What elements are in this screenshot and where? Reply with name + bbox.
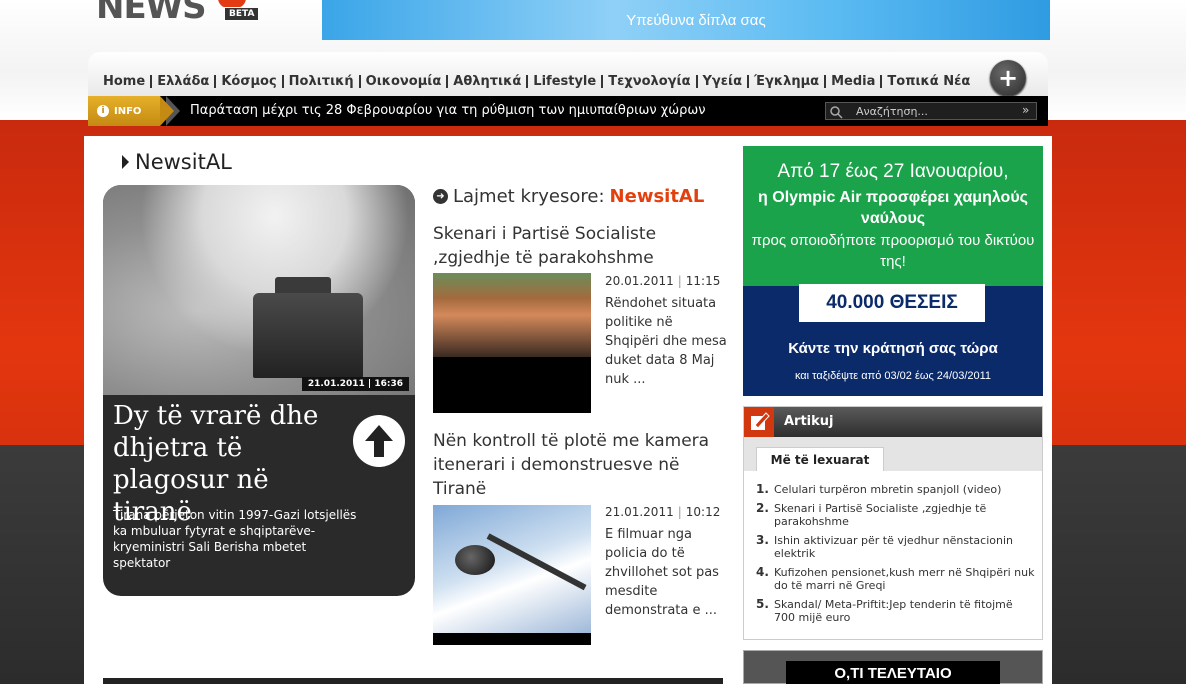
article-meta: 21.01.2011 | 10:12 (605, 505, 720, 519)
articles-icon (744, 407, 774, 437)
most-read-link[interactable]: Skandal/ Meta-Priftit:Jep tenderin të fi… (774, 598, 1036, 624)
article-meta: 20.01.2011 | 11:15 (605, 274, 720, 288)
search-box: » (825, 102, 1037, 120)
articles-tabs: Më të lexuarat (744, 437, 1042, 471)
nav-item-media[interactable]: Media (826, 75, 883, 88)
article-image[interactable] (433, 273, 591, 413)
ad-cta: Κάντε την κράτησή σας τώρα (788, 340, 998, 357)
site-logo[interactable]: NEWS BETA (96, 0, 266, 30)
article-photo (433, 273, 591, 357)
article-date: 21.01.2011 (605, 505, 674, 519)
featured-photo[interactable] (103, 185, 415, 395)
logo-text: NEWS (96, 0, 207, 27)
plus-button[interactable]: + (990, 60, 1026, 96)
nav-item-local-news[interactable]: Τοπικά Νέα (882, 75, 975, 88)
nav-item-world[interactable]: Κόσμος (216, 75, 284, 88)
most-read-link[interactable]: Kufizohen pensionet,kush merr në Shqipër… (774, 566, 1036, 592)
meta-separator: | (677, 505, 682, 519)
article-photo (433, 505, 591, 633)
camera-photo-detail (455, 545, 495, 575)
info-badge: i INFO (88, 96, 160, 126)
articles-widget-header: Artikuj (744, 407, 1042, 437)
top-banner-ad-text: Υπεύθυνα δίπλα σας (626, 11, 766, 29)
main-navigation: Home Ελλάδα Κόσμος Πολιτική Οικονομία Αθ… (88, 52, 1048, 96)
section-title: NewsitAL (122, 150, 232, 174)
most-read-item[interactable]: 2. Skenari i Partisë Socialiste ,zgjedhje… (756, 501, 1036, 529)
ad-headline: Από 17 έως 27 Ιανουαρίου, (777, 161, 1009, 182)
ticker-arrow (160, 96, 174, 126)
list-number: 2. (756, 501, 769, 515)
nav-menu: Home Ελλάδα Κόσμος Πολιτική Οικονομία Αθ… (100, 75, 975, 88)
circle-arrow-icon: ➜ (433, 189, 448, 204)
articles-widget: Artikuj Më të lexuarat 1. Celulari turpër… (743, 406, 1043, 640)
list-number: 3. (756, 533, 769, 547)
most-read-item[interactable]: 5. Skandal/ Meta-Priftit:Jep tenderin të … (756, 597, 1036, 625)
list-number: 1. (756, 482, 769, 496)
info-icon: i (97, 105, 109, 117)
articles-widget-title: Artikuj (784, 414, 834, 429)
article-time: 10:12 (685, 505, 721, 519)
most-read-item[interactable]: 3. Ishin aktivizuar për të vjedhur nënsta… (756, 533, 1036, 561)
search-input[interactable] (856, 103, 1016, 119)
ticker-headline[interactable]: Παράταση μέχρι τις 28 Φεβρουαρίου για τη… (190, 103, 706, 118)
most-read-link[interactable]: Celulari turpëron mbretin spanjoll (vide… (774, 483, 1001, 496)
featured-summary: Tirana përjeton vitin 1997-Gazi lotsjell… (113, 508, 357, 570)
photo-detail (253, 293, 363, 378)
nav-item-technology[interactable]: Τεχνολογία (603, 75, 698, 88)
most-read-link[interactable]: Skenari i Partisë Socialiste ,zgjedhje t… (774, 502, 1036, 528)
main-news-heading: ➜ Lajmet kryesore: NewsitAL (433, 186, 704, 207)
search-submit-button[interactable]: » (1022, 103, 1029, 117)
nav-item-lifestyle[interactable]: Lifestyle (528, 75, 604, 88)
article-image[interactable] (433, 505, 591, 645)
list-number: 4. (756, 565, 769, 579)
beta-badge: BETA (224, 7, 260, 21)
arrow-up-icon (365, 425, 393, 457)
article-title[interactable]: Skenari i Partisë Socialiste ,zgjedhje t… (433, 222, 723, 270)
ad-subheadline: η Olympic Air προσφέρει χαμηλούς ναύλους (758, 189, 1028, 227)
article-excerpt: E filmuar nga policia do të zhvillohet s… (605, 527, 719, 618)
article-excerpt: Rëndohet situata politike në Shqipëri dh… (605, 296, 727, 387)
bottom-right-ad-text: Ο,ΤΙ ΤΕΛΕΥΤΑΙΟ (786, 661, 1000, 684)
most-read-link[interactable]: Ishin aktivizuar për të vjedhur nënstaci… (774, 534, 1036, 560)
triangle-right-icon (122, 155, 129, 169)
nav-item-crime[interactable]: Έγκλημα (749, 75, 827, 88)
meta-separator: | (677, 274, 682, 288)
info-badge-label: INFO (114, 105, 142, 117)
list-number: 5. (756, 597, 769, 611)
news-ticker: i INFO Παράταση μέχρι τις 28 Φεβρουαρίου… (88, 96, 1048, 126)
nav-item-home[interactable]: Home (100, 75, 153, 88)
ad-seats-badge: 40.000 ΘΕΣΕΙΣ (799, 284, 985, 322)
nav-item-politics[interactable]: Πολιτική (284, 75, 361, 88)
main-news-heading-prefix: Lajmet kryesore: (453, 186, 605, 207)
ad-dates: και ταξιδέψτε από 03/02 έως 24/03/2011 (794, 370, 992, 382)
olympic-air-ad[interactable]: Από 17 έως 27 Ιανουαρίου, η Olympic Air … (743, 146, 1043, 396)
most-read-item[interactable]: 1. Celulari turpëron mbretin spanjoll (vi… (756, 482, 1036, 497)
article-time: 11:15 (685, 274, 721, 288)
search-icon (830, 106, 843, 119)
nav-item-economy[interactable]: Οικονομία (361, 75, 449, 88)
nav-item-greece[interactable]: Ελλάδα (152, 75, 217, 88)
tab-most-read[interactable]: Më të lexuarat (756, 447, 884, 471)
section-title-text: NewsitAL (135, 150, 232, 174)
top-banner-ad[interactable]: Υπεύθυνα δίπλα σας (322, 0, 1050, 40)
featured-article[interactable]: 21.01.2011 | 16:36 Dy të vrarë dhe dhjet… (103, 185, 415, 596)
most-read-list: 1. Celulari turpëron mbretin spanjoll (vi… (756, 483, 1036, 630)
ad-body: προς οποιοδήποτε προορισμό του δικτύου τ… (751, 232, 1035, 270)
bottom-bar (103, 678, 723, 684)
nav-item-sports[interactable]: Αθλητικά (448, 75, 529, 88)
pencil-icon (751, 412, 770, 430)
nav-item-health[interactable]: Υγεία (698, 75, 750, 88)
arrow-up-button[interactable] (353, 415, 405, 467)
photo-detail (486, 533, 587, 591)
featured-date: 21.01.2011 | 16:36 (301, 377, 409, 391)
main-news-heading-accent: NewsitAL (609, 186, 705, 207)
most-read-item[interactable]: 4. Kufizohen pensionet,kush merr në Shqip… (756, 565, 1036, 593)
bottom-right-ad[interactable]: Ο,ΤΙ ΤΕΛΕΥΤΑΙΟ (743, 650, 1043, 684)
article-title[interactable]: Nën kontroll të plotë me kamera itenerar… (433, 429, 723, 501)
article-date: 20.01.2011 (605, 274, 674, 288)
